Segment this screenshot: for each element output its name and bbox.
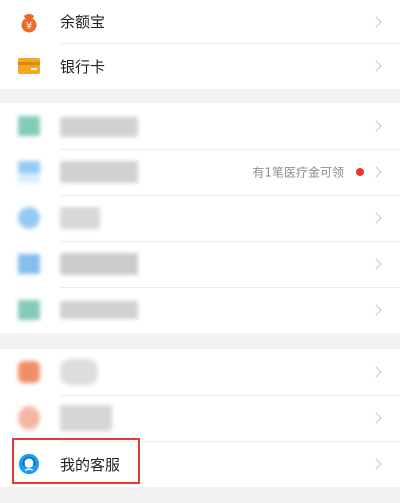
chevron-right-icon	[370, 458, 382, 470]
svg-text:¥: ¥	[26, 21, 32, 32]
menu-item-label: 我的客服	[60, 455, 121, 474]
redacted-label	[60, 117, 138, 137]
redacted-label	[60, 253, 138, 275]
customer-service-icon	[18, 453, 40, 475]
chevron-right-icon	[370, 366, 382, 378]
chevron-right-icon	[370, 258, 382, 270]
menu-item-redacted[interactable]	[0, 103, 400, 149]
menu-item-redacted[interactable]	[0, 241, 400, 287]
menu-item-label: 银行卡	[60, 57, 106, 76]
menu-item-yuebao[interactable]: ¥ 余额宝	[0, 0, 400, 43]
teal-square-icon	[18, 115, 40, 137]
notification-dot	[356, 168, 364, 176]
orange-icon	[18, 361, 40, 383]
chevron-right-icon	[370, 120, 382, 132]
top-group: ¥ 余额宝 银行卡	[0, 0, 400, 89]
menu-item-redacted[interactable]	[0, 195, 400, 241]
yuebao-icon: ¥	[18, 11, 40, 33]
section-divider	[0, 333, 400, 349]
menu-item-customer-service[interactable]: 我的客服	[0, 441, 400, 487]
blue-square-icon	[18, 161, 40, 183]
chevron-right-icon	[370, 212, 382, 224]
peach-circle-icon	[18, 406, 40, 430]
bank-card-icon	[18, 55, 40, 77]
medical-fund-hint: 有1笔医疗金可领	[252, 165, 344, 180]
bottom-group: 我的客服	[0, 349, 400, 487]
chevron-right-icon	[370, 412, 382, 424]
menu-item-bank-card[interactable]: 银行卡	[0, 43, 400, 89]
chevron-right-icon	[370, 166, 382, 178]
chevron-right-icon	[370, 304, 382, 316]
redacted-label	[60, 301, 138, 319]
menu-item-redacted[interactable]	[0, 395, 400, 441]
redacted-label	[60, 207, 100, 229]
menu-item-label: 余额宝	[60, 13, 106, 31]
section-divider	[0, 89, 400, 103]
chevron-right-icon	[370, 60, 382, 72]
teal-folder-icon	[18, 299, 40, 321]
chevron-right-icon	[370, 15, 382, 28]
middle-group: 有1笔医疗金可领	[0, 103, 400, 333]
redacted-label	[60, 359, 98, 385]
menu-item-redacted[interactable]: 有1笔医疗金可领	[0, 149, 400, 195]
redacted-label	[60, 161, 138, 183]
menu-item-redacted[interactable]	[0, 349, 400, 395]
blue-square-icon	[18, 253, 40, 275]
redacted-label	[60, 405, 112, 431]
menu-item-redacted[interactable]	[0, 287, 400, 333]
blue-circle-icon	[18, 207, 40, 229]
